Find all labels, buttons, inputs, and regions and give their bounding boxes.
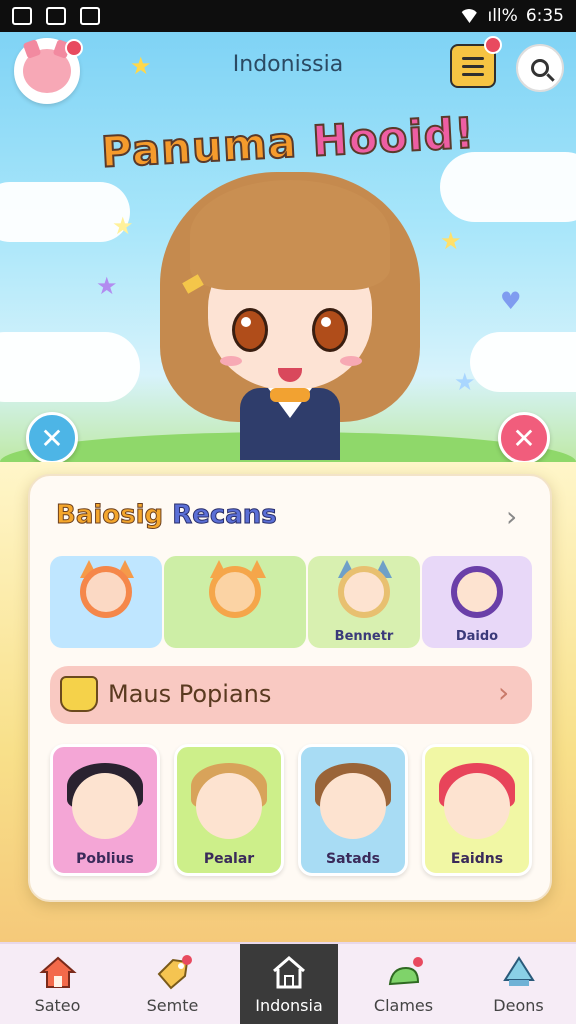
popular-card-label: Satads <box>325 851 381 867</box>
shape-icon <box>499 954 539 990</box>
basket-icon <box>60 676 98 712</box>
home-outline-icon <box>269 954 309 990</box>
recent-card[interactable] <box>164 556 306 648</box>
dino-icon <box>384 954 424 990</box>
star-icon: ★ <box>454 368 476 396</box>
close-icon: ✕ <box>40 421 64 455</box>
menu-notes-button[interactable] <box>450 36 502 88</box>
recent-card[interactable]: Bennetr <box>308 556 420 648</box>
popular-banner-label: Maus Popians <box>108 680 272 708</box>
close-icon: ✕ <box>512 421 536 455</box>
chevron-right-icon: › <box>506 500 518 533</box>
recent-more-button[interactable]: › <box>506 500 517 533</box>
recent-card[interactable] <box>50 556 162 648</box>
nav-item-search[interactable]: Semte <box>115 944 230 1024</box>
popular-list: Poblius Pealar Satads Eaidns <box>50 744 532 876</box>
recent-card-label: Bennetr <box>334 629 394 644</box>
popular-banner-button[interactable]: Maus Popians › <box>50 666 532 724</box>
nav-label: Semte <box>146 996 199 1015</box>
recent-title-part-2: Recans <box>172 500 278 531</box>
status-time: 6:35 <box>525 6 564 26</box>
star-icon: ★ <box>440 227 462 255</box>
hero-character-illustration <box>150 160 430 460</box>
nav-item-games[interactable]: Clames <box>346 944 461 1024</box>
nav-item-home[interactable]: Sateo <box>0 944 115 1024</box>
dismiss-right-button[interactable]: ✕ <box>498 412 550 464</box>
profile-avatar[interactable] <box>14 38 83 104</box>
tag-icon <box>153 954 193 990</box>
mail-notification-icon <box>80 7 100 25</box>
star-icon: ★ <box>112 212 134 240</box>
wifi-icon <box>459 9 480 23</box>
nav-item-indonesia[interactable]: Indonsia <box>240 944 338 1024</box>
search-icon <box>531 59 549 77</box>
recent-card-label: Daido <box>455 629 499 644</box>
popular-card[interactable]: Poblius <box>50 744 160 876</box>
signal-battery-text: ıll% <box>487 6 518 26</box>
recent-list: Bennetr Daido <box>50 556 532 648</box>
recent-title-part-1: Baiosig <box>55 500 173 531</box>
recent-section-title: Baiosig Recans <box>55 500 278 531</box>
popular-card-label: Poblius <box>76 851 134 867</box>
recent-card[interactable]: Daido <box>422 556 532 648</box>
nav-label: Indonsia <box>255 996 323 1015</box>
app-title: Indonissia <box>232 52 344 77</box>
dismiss-left-button[interactable]: ✕ <box>26 412 78 464</box>
nav-item-decor[interactable]: Deons <box>461 944 576 1024</box>
search-button[interactable] <box>516 44 564 92</box>
notification-badge <box>484 36 502 54</box>
heart-icon: ♥ <box>500 287 522 315</box>
popular-card-label: Eaidns <box>450 851 504 867</box>
home-icon <box>38 954 78 990</box>
bow-icon <box>270 388 310 402</box>
cat-avatar-icon <box>23 49 71 93</box>
chevron-right-icon: › <box>498 676 510 709</box>
bottom-navigation: Sateo Semte Indonsia Clames Deons <box>0 942 576 1024</box>
status-bar: ıll% 6:35 <box>0 0 576 32</box>
nav-label: Deons <box>493 996 544 1015</box>
popular-card-label: Pealar <box>203 851 255 867</box>
nav-label: Sateo <box>34 996 81 1015</box>
nav-label: Clames <box>373 996 434 1015</box>
content-card: Baiosig Recans › Bennetr Daido Maus Popi… <box>28 474 552 902</box>
notification-icon <box>12 7 32 25</box>
star-icon: ★ <box>96 272 118 300</box>
popular-card[interactable]: Eaidns <box>422 744 532 876</box>
popular-card[interactable]: Satads <box>298 744 408 876</box>
image-notification-icon <box>46 7 66 25</box>
notification-badge <box>65 39 83 57</box>
popular-card[interactable]: Pealar <box>174 744 284 876</box>
star-icon: ★ <box>130 52 152 80</box>
headline-part-2: Hooid! <box>310 107 477 166</box>
